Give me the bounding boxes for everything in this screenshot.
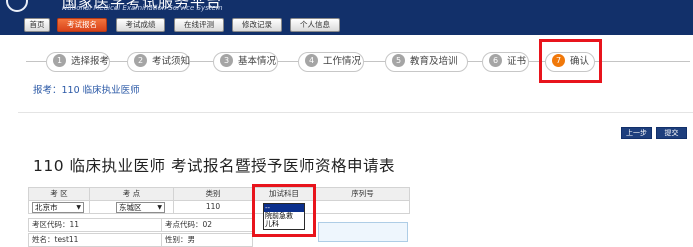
step-label: 证书 <box>507 56 527 67</box>
site-logo <box>6 0 28 12</box>
confirm-step-highlight-box <box>539 39 602 83</box>
form-title: 110 临床执业医师 考试报名暨授予医师资格申请表 <box>33 157 395 175</box>
extra-subject-highlight-box <box>252 184 316 237</box>
nav-exam-scores[interactable]: 考试成绩 <box>116 18 165 32</box>
step-number-badge: 6 <box>489 54 502 67</box>
step-number-badge: 2 <box>134 54 147 67</box>
site-select[interactable]: 东城区 ▼ <box>116 202 165 213</box>
step-number-badge: 1 <box>53 54 66 67</box>
step-number-badge: 3 <box>220 54 233 67</box>
applied-exam-info: 报考：110 临床执业医师 <box>33 85 140 96</box>
step-number-badge: 4 <box>305 54 318 67</box>
serial-number-cell <box>315 200 410 214</box>
area-select-value: 北京市 <box>35 203 58 212</box>
category-cell: 110 <box>173 200 253 214</box>
header-site: 考 点 <box>89 187 174 201</box>
prev-step-button[interactable]: 上一步 <box>621 127 652 139</box>
step-number-badge: 5 <box>392 54 405 67</box>
area-code: 考区代码：11 <box>28 218 162 232</box>
site-subtitle: National Medical Examination Service Sys… <box>62 4 223 12</box>
step-exam-notice[interactable]: 2 考试须知 <box>127 52 190 72</box>
step-label: 选择报考 <box>71 56 110 67</box>
site-code: 考点代码：02 <box>161 218 253 232</box>
header-area: 考 区 <box>28 187 90 201</box>
chevron-down-icon: ▼ <box>76 204 81 211</box>
serial-number-box <box>318 222 408 242</box>
step-label: 基本情况 <box>238 56 277 67</box>
chevron-down-icon: ▼ <box>157 204 162 211</box>
site-header: 国家医学考试服务平台 National Medical Examination … <box>0 0 693 14</box>
applicant-name: 姓名：test11 <box>28 233 162 247</box>
submit-button[interactable]: 提交 <box>656 127 687 139</box>
nav-change-records[interactable]: 修改记录 <box>232 18 282 32</box>
area-select[interactable]: 北京市 ▼ <box>32 202 84 213</box>
step-label: 教育及培训 <box>410 56 458 67</box>
step-work-info[interactable]: 4 工作情况 <box>298 52 364 72</box>
step-basic-info[interactable]: 3 基本情况 <box>213 52 278 72</box>
site-select-value: 东城区 <box>119 203 142 212</box>
header-category: 类别 <box>173 187 253 201</box>
main-nav: 首页 考试报名 考试成绩 在线评测 修改记录 个人信息 <box>0 14 693 35</box>
applicant-gender: 性别：男 <box>161 233 253 247</box>
step-label: 考试须知 <box>152 56 191 67</box>
nav-exam-registration[interactable]: 考试报名 <box>57 18 107 32</box>
nav-personal-info[interactable]: 个人信息 <box>290 18 340 32</box>
nav-home[interactable]: 首页 <box>24 18 50 32</box>
header-serial-number: 序列号 <box>315 187 410 201</box>
step-education-training[interactable]: 5 教育及培训 <box>385 52 468 72</box>
nav-online-assessment[interactable]: 在线评测 <box>174 18 224 32</box>
step-label: 工作情况 <box>323 56 362 67</box>
step-certificate[interactable]: 6 证书 <box>482 52 529 72</box>
section-divider <box>18 112 693 113</box>
step-select-exam[interactable]: 1 选择报考 <box>46 52 110 72</box>
